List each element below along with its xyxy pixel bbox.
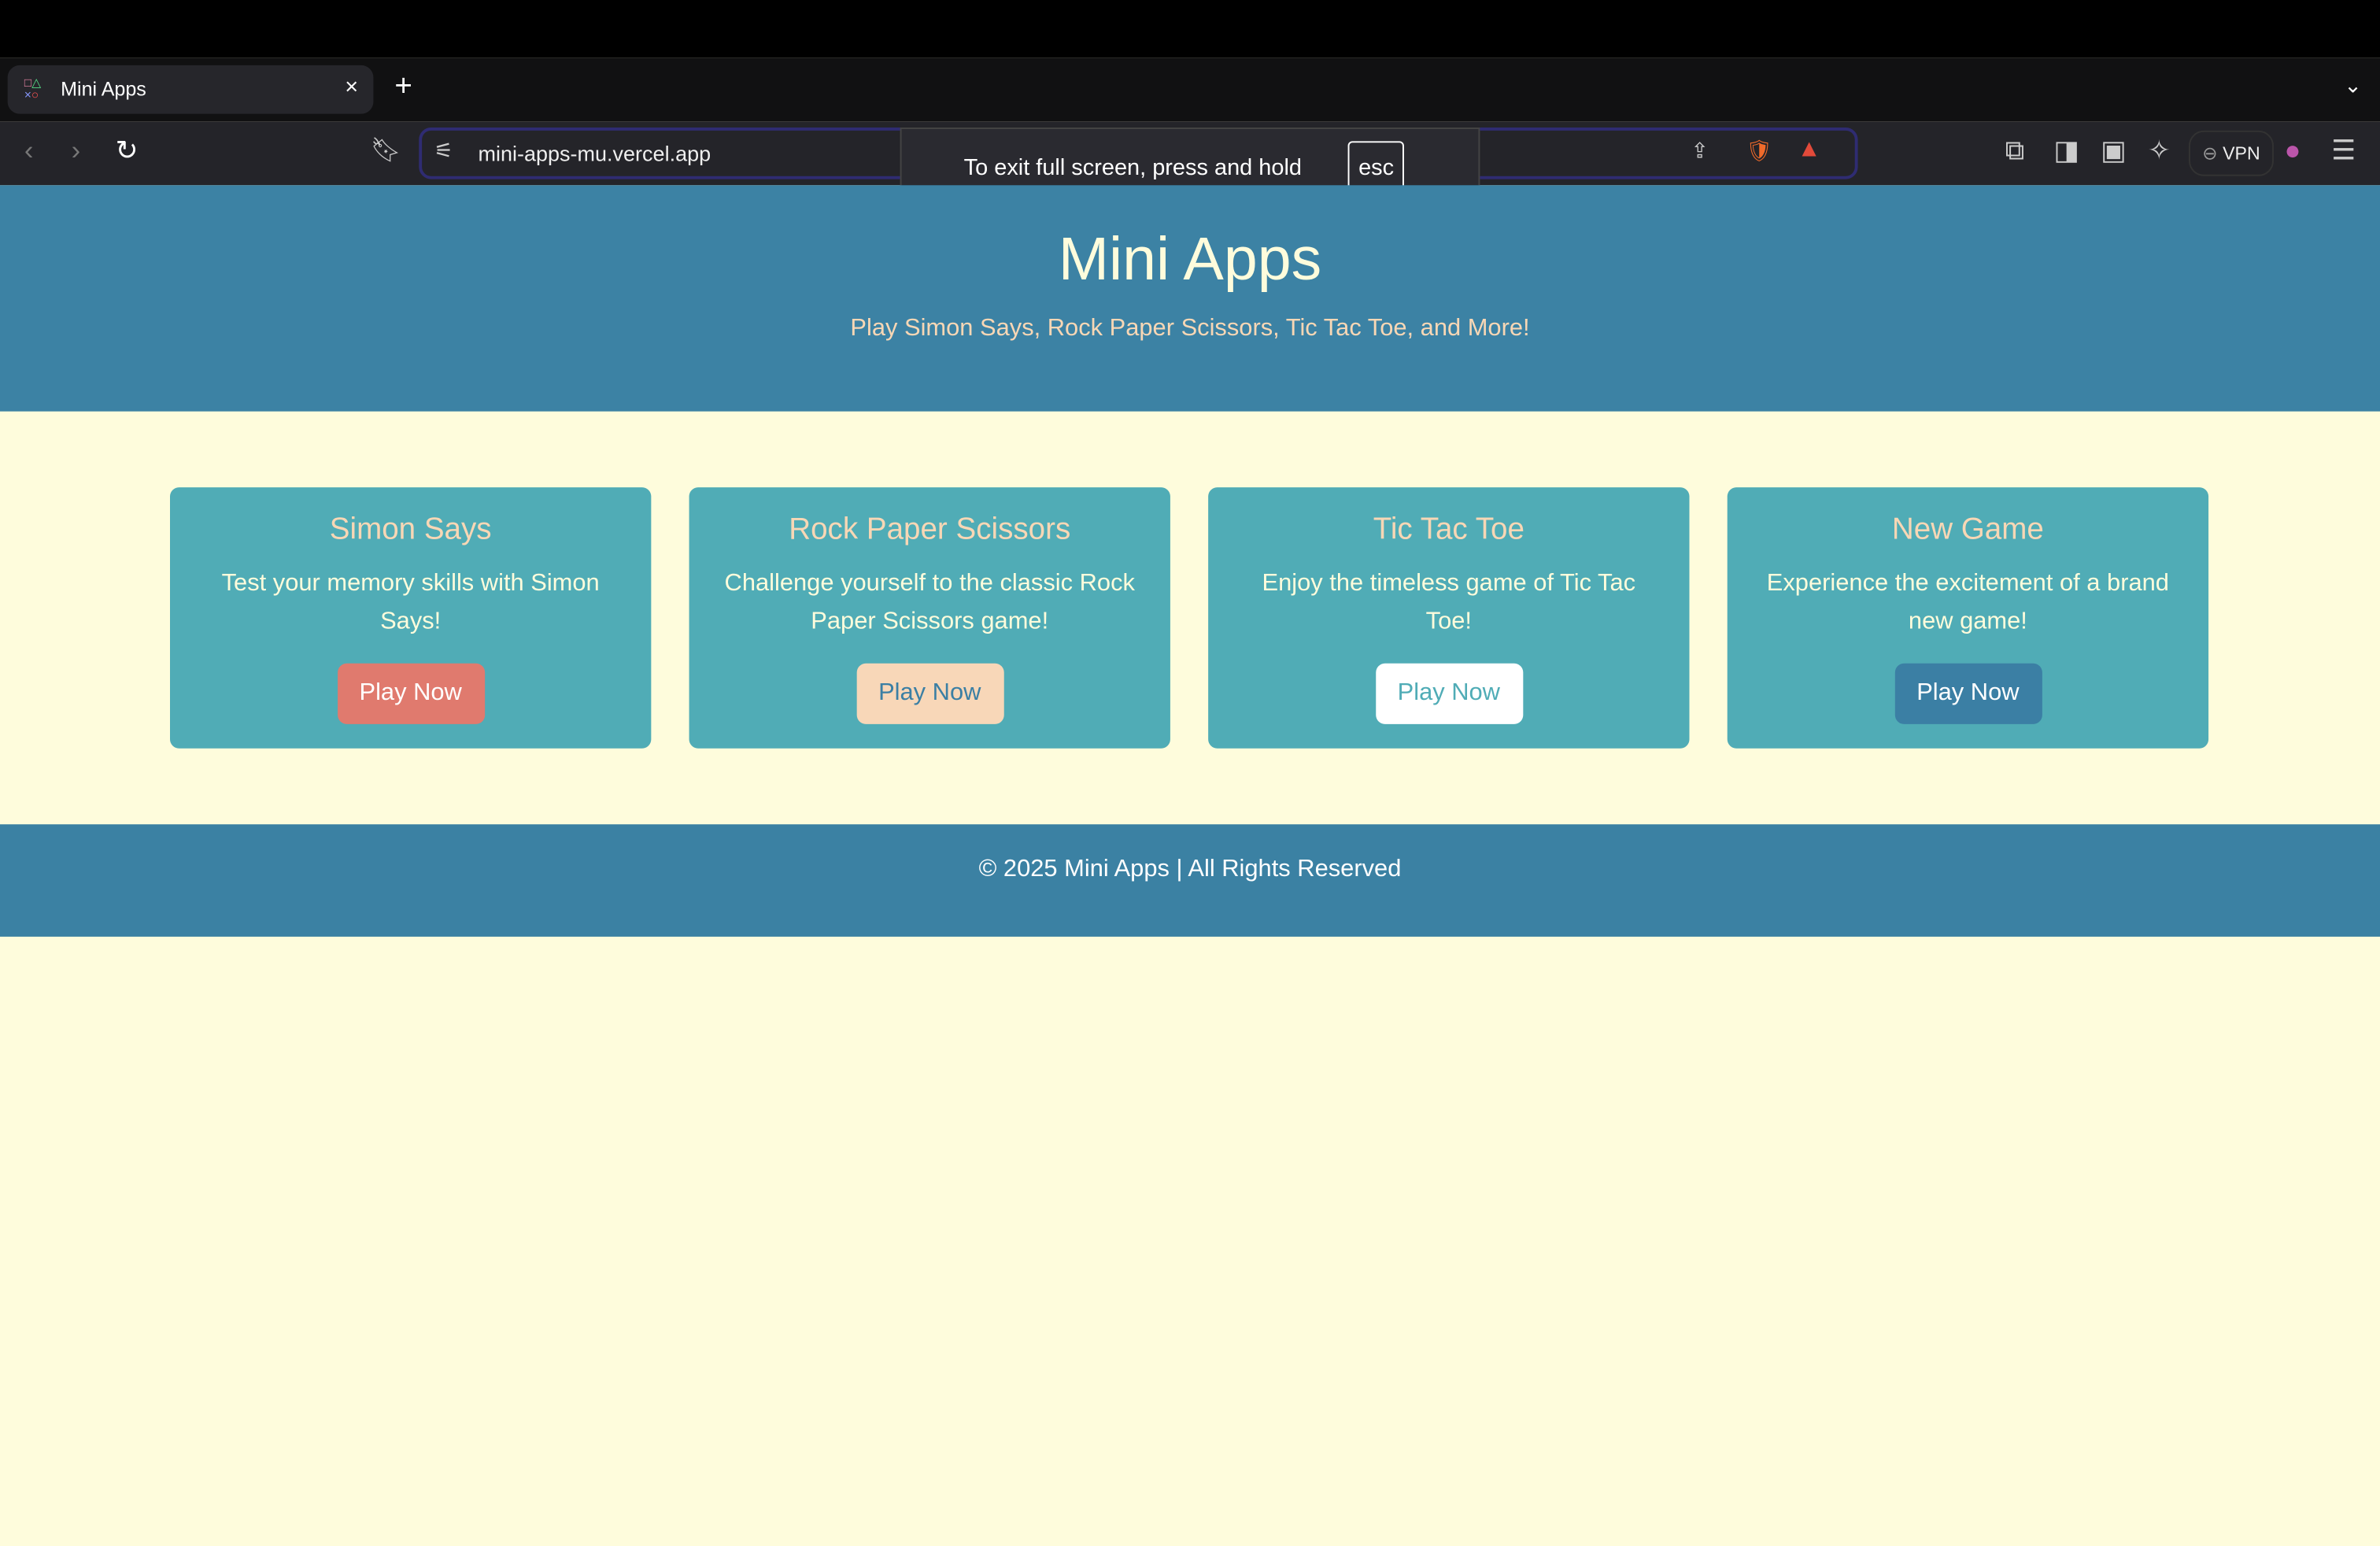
card-rock-paper-scissors: Rock Paper Scissors Challenge yourself t… xyxy=(689,487,1170,749)
card-title: Tic Tac Toe xyxy=(1373,512,1524,547)
brave-shields-icon[interactable]: 🛡︎ xyxy=(1746,138,1772,164)
forward-icon[interactable]: › xyxy=(72,135,81,167)
card-title: New Game xyxy=(1891,512,2044,547)
close-tab-icon[interactable]: × xyxy=(345,74,358,100)
tab-title: Mini Apps xyxy=(61,77,146,101)
card-description: Test your memory skills with Simon Says! xyxy=(221,571,600,635)
screen-top-bar xyxy=(0,0,2380,58)
card-description: Experience the excitement of a brand new… xyxy=(1766,571,2169,635)
extensions-icon[interactable]: ⧉ xyxy=(2005,135,2025,167)
card-description: Enjoy the timeless game of Tic Tac Toe! xyxy=(1262,571,1636,635)
vpn-status-icon: ⊖ xyxy=(2202,142,2218,165)
profile-avatar-icon[interactable]: ● xyxy=(2284,135,2301,167)
page-title: Mini Apps xyxy=(1058,226,1322,294)
chevron-down-icon[interactable]: ⌄ xyxy=(2344,73,2362,99)
card-simon-says: Simon Says Test your memory skills with … xyxy=(169,487,652,749)
fullscreen-message: To exit full screen, press and hold xyxy=(963,154,1302,181)
favicon-icon: □△ ×○ xyxy=(24,76,42,102)
url-text: mini-apps-mu.vercel.app xyxy=(478,141,711,166)
menu-icon[interactable]: ☰ xyxy=(2331,135,2356,167)
reload-icon[interactable]: ↻ xyxy=(116,135,139,167)
wallet-icon[interactable]: ▣ xyxy=(2101,135,2127,167)
card-title: Rock Paper Scissors xyxy=(789,512,1071,547)
play-now-button[interactable]: Play Now xyxy=(1894,663,2042,724)
page-subtitle: Play Simon Says, Rock Paper Scissors, Ti… xyxy=(850,316,1530,342)
footer-text: © 2025 Mini Apps | All Rights Reserved xyxy=(978,856,1402,882)
sidebar-icon[interactable]: ◨ xyxy=(2053,135,2079,167)
card-description: Challenge yourself to the classic Rock P… xyxy=(724,571,1135,635)
brave-rewards-icon[interactable]: ▲ xyxy=(1797,137,1821,165)
site-header: Mini Apps Play Simon Says, Rock Paper Sc… xyxy=(0,185,2380,412)
tab-mini-apps[interactable]: □△ ×○ Mini Apps × xyxy=(7,65,374,114)
tab-bar: □△ ×○ Mini Apps × + ⌄ xyxy=(0,57,2380,122)
play-now-button[interactable]: Play Now xyxy=(1375,663,1523,724)
card-new-game: New Game Experience the excitement of a … xyxy=(1727,487,2209,749)
share-icon[interactable]: ⇪ xyxy=(1691,138,1709,164)
vpn-button[interactable]: ⊖ VPN xyxy=(2188,130,2274,176)
site-settings-icon[interactable]: ⚟ xyxy=(434,138,453,164)
new-tab-icon[interactable]: + xyxy=(394,70,412,105)
site-footer: © 2025 Mini Apps | All Rights Reserved xyxy=(0,824,2380,937)
play-now-button[interactable]: Play Now xyxy=(856,663,1003,724)
bookmark-icon[interactable]: 🔖︎ xyxy=(371,135,401,166)
card-tic-tac-toe: Tic Tac Toe Enjoy the timeless game of T… xyxy=(1208,487,1690,749)
card-title: Simon Says xyxy=(329,512,492,547)
leo-ai-icon[interactable]: ✧ xyxy=(2148,135,2171,167)
back-icon[interactable]: ‹ xyxy=(24,135,34,167)
play-now-button[interactable]: Play Now xyxy=(337,663,485,724)
